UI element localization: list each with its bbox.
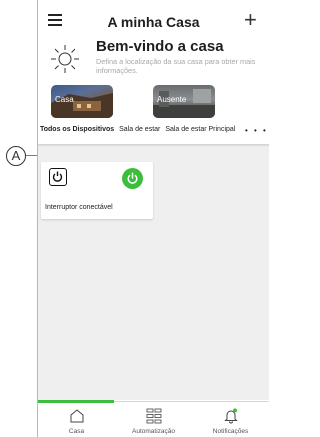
nav-item-automation[interactable]: Automatização: [115, 400, 192, 437]
scene-card-home[interactable]: Casa: [51, 85, 113, 118]
page-title: A minha Casa: [107, 14, 200, 30]
tab-all-devices[interactable]: Todos os Dispositivos: [40, 126, 114, 133]
plus-icon[interactable]: +: [244, 9, 257, 31]
scene-card-away[interactable]: Ausente: [153, 85, 215, 118]
annotation-callout: A: [6, 146, 26, 166]
location-hint[interactable]: Defina a localização da sua casa para ob…: [96, 57, 266, 75]
welcome-heading: Bem-vindo a casa: [96, 38, 224, 55]
nav-label-home: Casa: [68, 428, 85, 435]
phone-screen: A minha Casa + Bem-vindo a casa Defina a…: [37, 0, 269, 437]
bottom-navigation: Casa Automatização Notificações: [38, 400, 269, 437]
plug-icon: [49, 168, 67, 186]
sun-icon: [51, 45, 79, 73]
home-icon: [70, 409, 83, 423]
device-card[interactable]: Interruptor conectável: [41, 162, 153, 219]
device-name: Interruptor conectável: [45, 204, 113, 211]
tab-living-room[interactable]: Sala de estar: [119, 126, 160, 133]
tab-main-living-room[interactable]: Sala de estar Principal: [165, 126, 235, 133]
room-tabs: Todos os Dispositivos Sala de estar Sala…: [40, 126, 238, 133]
power-toggle-button[interactable]: [122, 168, 143, 189]
nav-item-home[interactable]: Casa: [38, 400, 115, 437]
scene-label: Casa: [55, 95, 74, 104]
scene-label: Ausente: [157, 95, 187, 104]
device-list: Interruptor conectável: [38, 147, 269, 400]
home-header: A minha Casa + Bem-vindo a casa Defina a…: [38, 0, 269, 146]
nav-label-automation: Automatização: [132, 428, 175, 435]
nav-item-notifications[interactable]: Notificações: [192, 400, 269, 437]
bell-icon: [223, 408, 238, 424]
grid-icon: [146, 408, 161, 424]
nav-label-notifications: Notificações: [212, 428, 249, 435]
more-tabs-icon[interactable]: • • •: [245, 126, 268, 135]
